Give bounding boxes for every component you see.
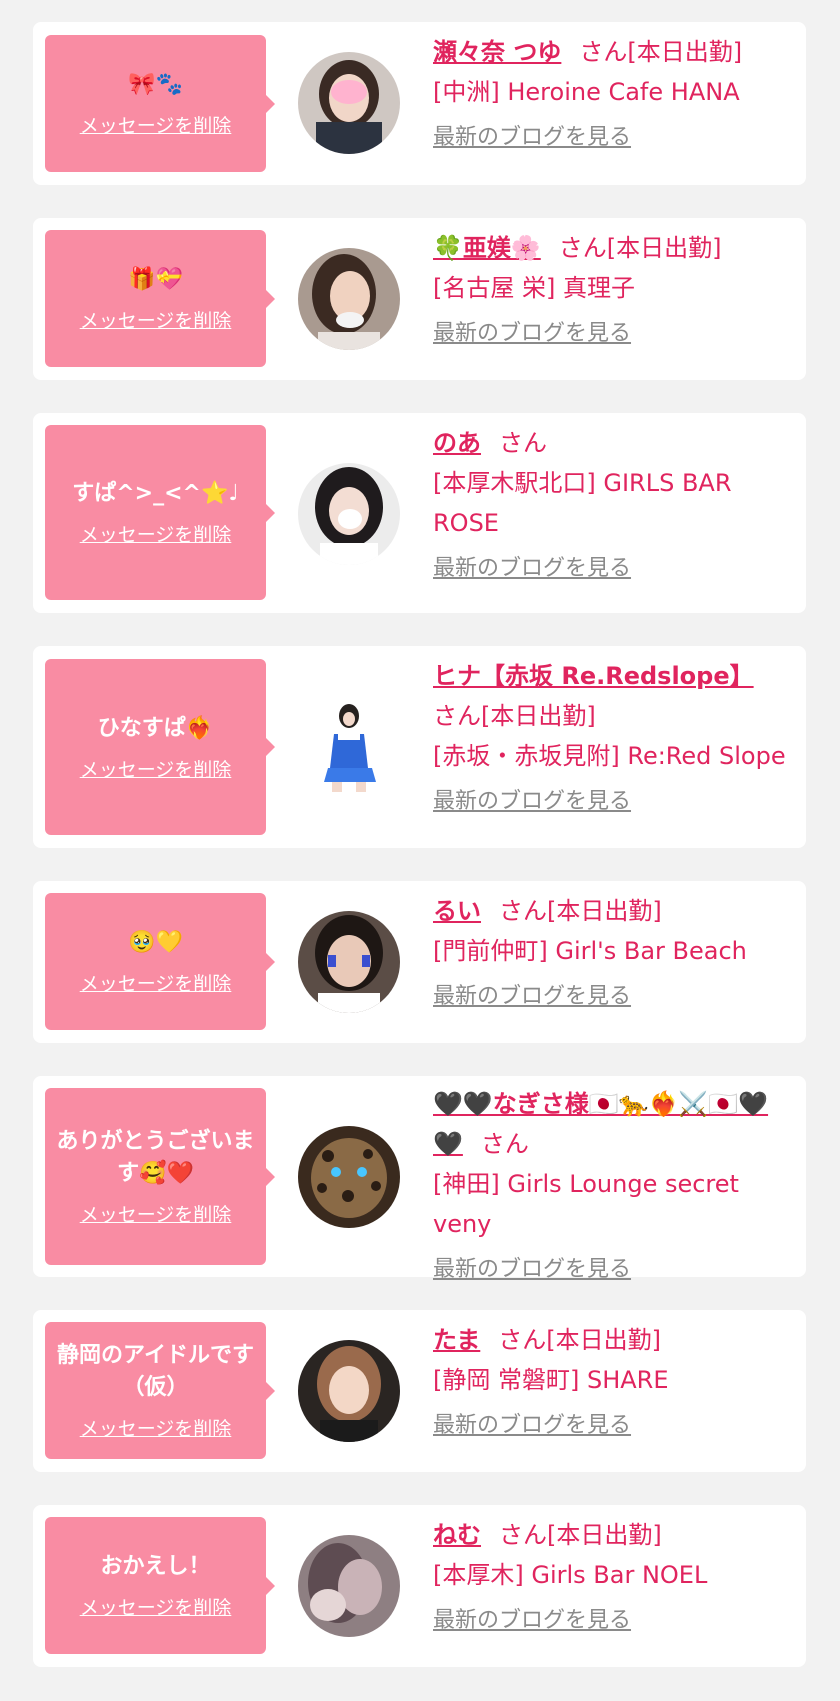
- message-card: おかえし！ メッセージを削除 ねむ さん[本日出勤] [本厚木] Girls Ba…: [33, 1505, 806, 1667]
- shop-name: [名古屋 栄] 真理子: [433, 274, 635, 302]
- girl-info: 🍀亜媄🌸 さん[本日出勤] [名古屋 栄] 真理子 最新のブログを見る: [433, 228, 793, 350]
- latest-blog-link[interactable]: 最新のブログを見る: [433, 1410, 631, 1442]
- avatar[interactable]: [298, 248, 400, 350]
- latest-blog-link[interactable]: 最新のブログを見る: [433, 1254, 631, 1286]
- message-text: 🥹💛: [128, 930, 183, 955]
- avatar-image: [298, 463, 400, 565]
- message-bubble: 🎁💝 メッセージを削除: [45, 230, 275, 367]
- message-text: 🎁💝: [128, 267, 183, 292]
- girl-name-link[interactable]: 瀬々奈 つゆ: [433, 38, 561, 66]
- girl-info: たま さん[本日出勤] [静岡 常磐町] SHARE 最新のブログを見る: [433, 1320, 793, 1442]
- girl-name-link[interactable]: のあ: [433, 429, 481, 457]
- girl-status: さん: [480, 1130, 529, 1158]
- message-bubble: 静岡のアイドルです（仮） メッセージを削除: [45, 1322, 275, 1459]
- girl-info: ねむ さん[本日出勤] [本厚木] Girls Bar NOEL 最新のブログを見…: [433, 1515, 793, 1637]
- girl-name-link[interactable]: るい: [433, 897, 481, 925]
- girl-status: さん[本日出勤]: [499, 897, 662, 925]
- message-bubble: ひなすぱ❤️‍🔥 メッセージを削除: [45, 659, 275, 835]
- message-bubble: おかえし！ メッセージを削除: [45, 1517, 275, 1654]
- shop-name: [本厚木駅北口] GIRLS BAR ROSE: [433, 469, 732, 537]
- message-bubble: ありがとうございます🥰❤️ メッセージを削除: [45, 1088, 275, 1265]
- message-card: 🎁💝 メッセージを削除 🍀亜媄🌸 さん[本日出勤] [名古屋 栄] 真理子 最新の…: [33, 218, 806, 380]
- delete-message-link[interactable]: メッセージを削除: [80, 969, 232, 996]
- message-text: ひなすぱ❤️‍🔥: [97, 715, 214, 741]
- message-text: 🎀🐾: [128, 72, 183, 97]
- avatar-image: [298, 698, 400, 800]
- message-bubble: 🥹💛 メッセージを削除: [45, 893, 275, 1030]
- message-card: ひなすぱ❤️‍🔥 メッセージを削除 ヒナ【赤坂 Re.Redslope】 さん[本…: [33, 646, 806, 848]
- avatar-image: [298, 911, 400, 1013]
- girl-info: ヒナ【赤坂 Re.Redslope】 さん[本日出勤] [赤坂・赤坂見附] Re:…: [433, 656, 793, 818]
- girl-name-link[interactable]: ヒナ【赤坂 Re.Redslope】: [433, 662, 754, 690]
- girl-name-link[interactable]: ねむ: [433, 1521, 481, 1549]
- girl-info: のあ さん [本厚木駅北口] GIRLS BAR ROSE 最新のブログを見る: [433, 423, 793, 585]
- latest-blog-link[interactable]: 最新のブログを見る: [433, 981, 631, 1013]
- avatar-image: [298, 1126, 400, 1228]
- avatar[interactable]: [298, 52, 400, 154]
- message-text: すぱ^>_<^⭐♩: [72, 481, 239, 506]
- latest-blog-link[interactable]: 最新のブログを見る: [433, 318, 631, 350]
- delete-message-link[interactable]: メッセージを削除: [80, 1414, 232, 1441]
- avatar-image: [298, 52, 400, 154]
- delete-message-link[interactable]: メッセージを削除: [80, 755, 232, 782]
- shop-name: [本厚木] Girls Bar NOEL: [433, 1561, 708, 1589]
- girl-status: さん: [499, 429, 547, 457]
- avatar[interactable]: [298, 911, 400, 1013]
- message-card: ありがとうございます🥰❤️ メッセージを削除 🖤🖤なぎさ様🇯🇵🐆❤️‍🔥⚔️🇯🇵…: [33, 1076, 806, 1282]
- girl-status: さん[本日出勤]: [433, 702, 596, 730]
- girl-name-link[interactable]: 🍀亜媄🌸: [433, 234, 541, 262]
- avatar[interactable]: [298, 1126, 400, 1228]
- girl-info: 🖤🖤なぎさ様🇯🇵🐆❤️‍🔥⚔️🇯🇵🖤🖤 さん [神田] Girls Lounge …: [433, 1084, 793, 1286]
- latest-blog-link[interactable]: 最新のブログを見る: [433, 122, 631, 154]
- avatar-image: [298, 1535, 400, 1637]
- message-card: すぱ^>_<^⭐♩ メッセージを削除 のあ さん [本厚木駅北口] GIRLS B…: [33, 413, 806, 613]
- delete-message-link[interactable]: メッセージを削除: [80, 1593, 232, 1620]
- shop-name: [赤坂・赤坂見附] Re:Red Slope: [433, 742, 786, 770]
- shop-name: [神田] Girls Lounge secret veny: [433, 1170, 739, 1238]
- delete-message-link[interactable]: メッセージを削除: [80, 111, 232, 138]
- message-bubble: すぱ^>_<^⭐♩ メッセージを削除: [45, 425, 275, 600]
- avatar-image: [298, 1340, 400, 1442]
- girl-status: さん[本日出勤]: [499, 1521, 662, 1549]
- message-list: 🎀🐾 メッセージを削除 瀬々奈 つゆ さん[本日出勤] [中洲] Heroine …: [0, 0, 840, 1701]
- avatar-image: [298, 248, 400, 350]
- shop-name: [静岡 常磐町] SHARE: [433, 1366, 669, 1394]
- delete-message-link[interactable]: メッセージを削除: [80, 306, 232, 333]
- message-text: ありがとうございます🥰❤️: [56, 1129, 255, 1186]
- message-card: 🎀🐾 メッセージを削除 瀬々奈 つゆ さん[本日出勤] [中洲] Heroine …: [33, 22, 806, 185]
- avatar[interactable]: [298, 1535, 400, 1637]
- girl-name-link[interactable]: たま: [433, 1326, 480, 1354]
- delete-message-link[interactable]: メッセージを削除: [80, 1200, 232, 1227]
- girl-info: るい さん[本日出勤] [門前仲町] Girl's Bar Beach 最新のブロ…: [433, 891, 793, 1013]
- shop-name: [中洲] Heroine Cafe HANA: [433, 78, 740, 106]
- avatar[interactable]: [298, 1340, 400, 1442]
- message-bubble: 🎀🐾 メッセージを削除: [45, 35, 275, 172]
- girl-status: さん[本日出勤]: [579, 38, 743, 66]
- girl-status: さん[本日出勤]: [498, 1326, 662, 1354]
- avatar[interactable]: [298, 463, 400, 565]
- message-card: 静岡のアイドルです（仮） メッセージを削除 たま さん[本日出勤] [静岡 常磐町…: [33, 1310, 806, 1472]
- girl-status: さん[本日出勤]: [558, 234, 722, 262]
- message-text: 静岡のアイドルです（仮）: [57, 1343, 254, 1400]
- latest-blog-link[interactable]: 最新のブログを見る: [433, 1605, 631, 1637]
- message-card: 🥹💛 メッセージを削除 るい さん[本日出勤] [門前仲町] Girl's Bar…: [33, 881, 806, 1043]
- latest-blog-link[interactable]: 最新のブログを見る: [433, 553, 631, 585]
- shop-name: [門前仲町] Girl's Bar Beach: [433, 937, 747, 965]
- girl-info: 瀬々奈 つゆ さん[本日出勤] [中洲] Heroine Cafe HANA 最新…: [433, 32, 793, 154]
- message-text: おかえし！: [100, 1554, 211, 1579]
- avatar[interactable]: [298, 698, 400, 800]
- latest-blog-link[interactable]: 最新のブログを見る: [433, 786, 631, 818]
- delete-message-link[interactable]: メッセージを削除: [80, 520, 232, 547]
